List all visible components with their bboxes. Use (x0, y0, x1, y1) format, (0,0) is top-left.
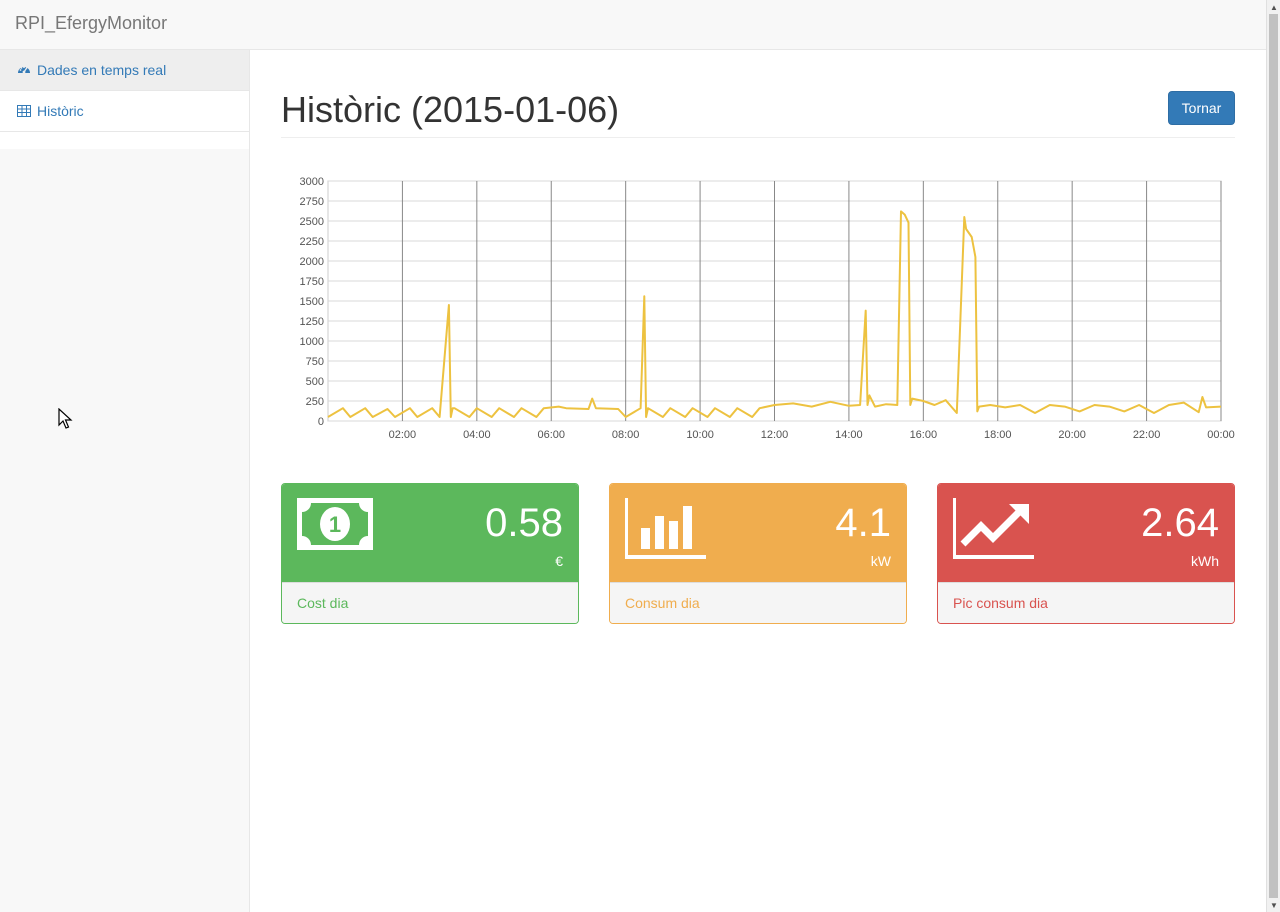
y-tick-label: 2000 (300, 256, 324, 268)
x-tick-label: 02:00 (389, 429, 417, 441)
cost-unit: € (555, 553, 563, 569)
y-tick-label: 2500 (300, 216, 324, 228)
consum-unit: kW (870, 553, 891, 569)
consum-label: Consum dia (610, 582, 906, 623)
sidebar-item-label: Històric (37, 103, 84, 119)
scroll-down-icon[interactable]: ▼ (1267, 898, 1280, 912)
panel-pic: 2.64 kWh Pic consum dia (937, 483, 1235, 624)
dashboard-icon (17, 63, 31, 77)
scroll-thumb[interactable] (1269, 14, 1278, 898)
y-tick-label: 1750 (300, 276, 324, 288)
y-tick-label: 1500 (300, 296, 324, 308)
y-tick-label: 500 (306, 376, 324, 388)
x-tick-label: 16:00 (910, 429, 938, 441)
panel-consum: 4.1 kW Consum dia (609, 483, 907, 624)
x-tick-label: 00:00 (1207, 429, 1235, 441)
cost-value: 0.58 (485, 501, 563, 545)
x-tick-label: 18:00 (984, 429, 1012, 441)
y-tick-label: 1000 (300, 336, 324, 348)
scroll-up-icon[interactable]: ▲ (1267, 0, 1280, 14)
y-tick-label: 250 (306, 396, 324, 408)
trend-up-icon (952, 498, 1035, 565)
y-tick-label: 1250 (300, 316, 324, 328)
x-tick-label: 12:00 (761, 429, 789, 441)
pic-value: 2.64 (1141, 501, 1219, 545)
pic-unit: kWh (1191, 553, 1219, 569)
pic-label: Pic consum dia (938, 582, 1234, 623)
y-tick-label: 2750 (300, 196, 324, 208)
history-chart: 0 250 500 750 1000 1250 1500 1750 2000 2250 2500 27… (300, 176, 1235, 441)
x-tick-label: 14:00 (835, 429, 863, 441)
navbar: RPI_EfergyMonitor (0, 0, 1266, 50)
y-tick-label: 2250 (300, 236, 324, 248)
brand-link[interactable]: RPI_EfergyMonitor (15, 13, 167, 34)
y-tick-label: 3000 (300, 176, 324, 188)
y-tick-label: 0 (318, 416, 324, 428)
y-tick-label: 750 (306, 356, 324, 368)
page-title: Històric (2015-01-06) (281, 89, 620, 130)
money-icon: 1 (297, 498, 373, 555)
vertical-scrollbar[interactable]: ▲ ▼ (1266, 0, 1280, 912)
mouse-cursor-icon (58, 408, 73, 429)
panel-cost: 1 0.58 € Cost dia (281, 483, 579, 624)
x-tick-label: 04:00 (463, 429, 491, 441)
x-tick-label: 10:00 (686, 429, 714, 441)
table-icon (17, 104, 31, 118)
back-button[interactable]: Tornar (1168, 91, 1235, 125)
svg-text:1: 1 (329, 512, 341, 537)
sidebar: Dades en temps real Històric (0, 50, 250, 912)
page-header: Històric (2015-01-06) Tornar (281, 88, 1235, 138)
sidebar-item-historic[interactable]: Històric (0, 91, 249, 132)
x-tick-label: 08:00 (612, 429, 640, 441)
x-tick-label: 22:00 (1133, 429, 1161, 441)
main-content: Històric (2015-01-06) Tornar 0 250 500 750 1… (251, 50, 1266, 912)
cost-label: Cost dia (282, 582, 578, 623)
sidebar-item-label: Dades en temps real (37, 62, 167, 78)
sidebar-item-realtime[interactable]: Dades en temps real (0, 50, 249, 91)
consum-value: 4.1 (835, 501, 891, 545)
bar-chart-icon (624, 498, 707, 565)
sidebar-menu: Dades en temps real Històric (0, 50, 249, 149)
x-tick-label: 20:00 (1058, 429, 1086, 441)
x-tick-label: 06:00 (537, 429, 565, 441)
